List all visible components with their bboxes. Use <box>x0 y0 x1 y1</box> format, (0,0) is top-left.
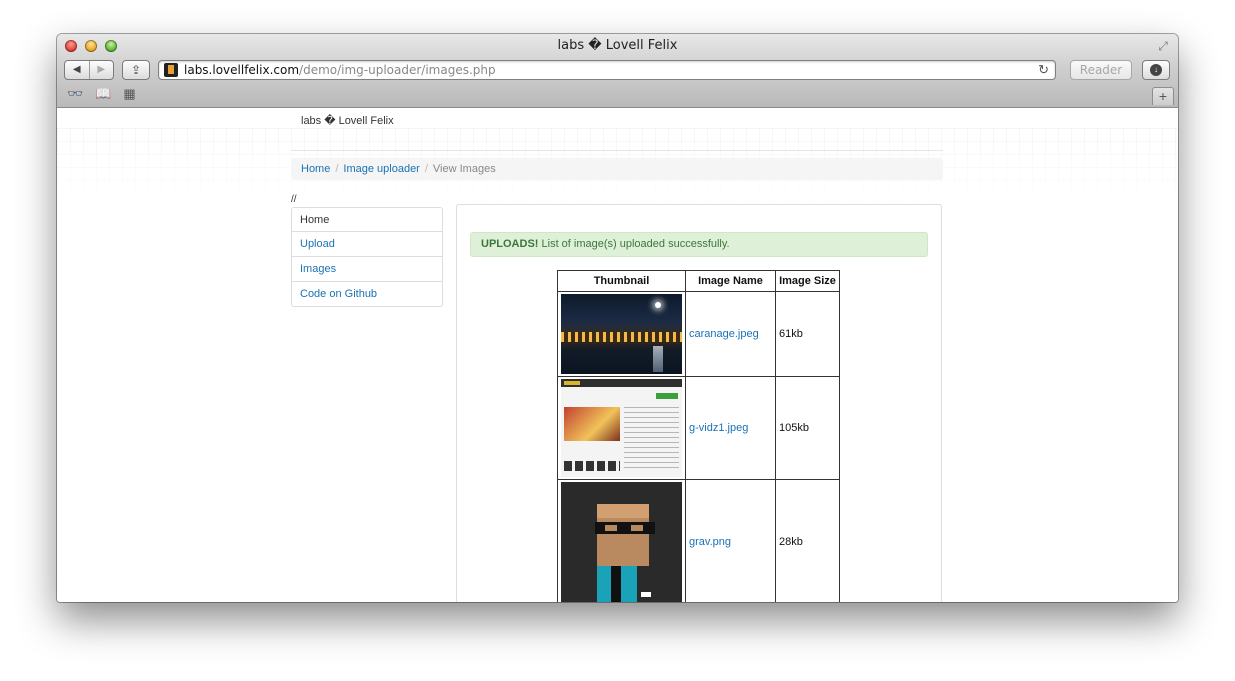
new-tab-button[interactable]: + <box>1152 87 1174 105</box>
table-row: grav.png 28kb <box>557 479 840 602</box>
thumbnail-image[interactable] <box>561 294 682 374</box>
back-icon[interactable]: ◀ <box>65 61 89 79</box>
web-page: labs � Lovell Felix Home / Image uploader /… <box>57 108 1178 602</box>
bookmarks-icon[interactable]: 📖 <box>95 86 111 102</box>
breadcrumb-current: View Images <box>432 163 496 175</box>
image-name-link[interactable]: grav.png <box>689 536 731 548</box>
image-name-cell: grav.png <box>685 479 776 602</box>
site-favicon-icon <box>164 63 178 77</box>
sidebar-item-upload[interactable]: Upload <box>291 232 443 257</box>
image-name-cell: g-vidz1.jpeg <box>685 376 776 480</box>
header-image-size: Image Size <box>775 270 840 292</box>
thumbnail-cell <box>557 376 686 480</box>
table-header-row: Thumbnail Image Name Image Size <box>557 270 840 292</box>
image-size-cell: 105kb <box>775 376 840 480</box>
image-name-cell: caranage.jpeg <box>685 291 776 377</box>
download-icon: ↓ <box>1150 64 1162 76</box>
header-thumbnail: Thumbnail <box>557 270 686 292</box>
image-size-cell: 28kb <box>775 479 840 602</box>
thumbnail-cell <box>557 479 686 602</box>
share-button[interactable]: ⇪ <box>122 60 150 80</box>
success-alert: UPLOADS! List of image(s) uploaded succe… <box>470 232 928 257</box>
downloads-button[interactable]: ↓ <box>1142 60 1170 80</box>
top-sites-icon[interactable]: ▦ <box>123 86 135 102</box>
image-size-cell: 61kb <box>775 291 840 377</box>
fullscreen-icon[interactable]: ⤢ <box>1156 39 1170 53</box>
bookmarks-bar: 👓 📖 ▦ <box>67 86 136 102</box>
breadcrumb-separator: / <box>424 163 428 175</box>
main-panel: UPLOADS! List of image(s) uploaded succe… <box>456 204 942 602</box>
reading-list-icon[interactable]: 👓 <box>67 86 83 102</box>
breadcrumb-home-link[interactable]: Home <box>301 163 330 175</box>
images-table: Thumbnail Image Name Image Size caranage… <box>557 270 840 602</box>
thumbnail-image[interactable] <box>561 379 682 477</box>
image-name-link[interactable]: g-vidz1.jpeg <box>689 422 748 434</box>
window-title: labs � Lovell Felix <box>557 38 678 53</box>
sidebar-item-github[interactable]: Code on Github <box>291 282 443 307</box>
back-forward-buttons: ◀ ▶ <box>64 60 114 80</box>
forward-icon[interactable]: ▶ <box>88 61 114 79</box>
image-name-link[interactable]: caranage.jpeg <box>689 328 759 340</box>
thumbnail-image[interactable] <box>561 482 682 602</box>
sidebar-item-home[interactable]: Home <box>291 207 443 232</box>
sidebar-item-images[interactable]: Images <box>291 257 443 282</box>
url-text: labs.lovellfelix.com/demo/img-uploader/i… <box>184 63 496 77</box>
thumbnail-cell <box>557 291 686 377</box>
browser-window: labs � Lovell Felix ⤢ ◀ ▶ ⇪ labs.lovellf… <box>57 34 1178 602</box>
alert-message: List of image(s) uploaded successfully. <box>538 238 730 250</box>
stray-comment-text: // <box>291 194 297 205</box>
address-bar[interactable]: labs.lovellfelix.com/demo/img-uploader/i… <box>158 60 1056 80</box>
table-row: g-vidz1.jpeg 105kb <box>557 376 840 480</box>
alert-strong: UPLOADS! <box>481 238 539 250</box>
reload-icon[interactable]: ↻ <box>1038 62 1049 78</box>
table-row: caranage.jpeg 61kb <box>557 291 840 377</box>
header-divider <box>291 150 943 151</box>
share-icon: ⇪ <box>130 63 142 77</box>
breadcrumb: Home / Image uploader / View Images <box>291 158 943 180</box>
sidebar-nav: Home Upload Images Code on Github <box>291 207 443 307</box>
site-brand[interactable]: labs � Lovell Felix <box>301 114 394 127</box>
breadcrumb-separator: / <box>335 163 339 175</box>
reader-button[interactable]: Reader <box>1070 60 1132 80</box>
breadcrumb-uploader-link[interactable]: Image uploader <box>343 163 419 175</box>
header-image-name: Image Name <box>685 270 776 292</box>
browser-toolbar: labs � Lovell Felix ⤢ ◀ ▶ ⇪ labs.lovellf… <box>57 34 1178 108</box>
